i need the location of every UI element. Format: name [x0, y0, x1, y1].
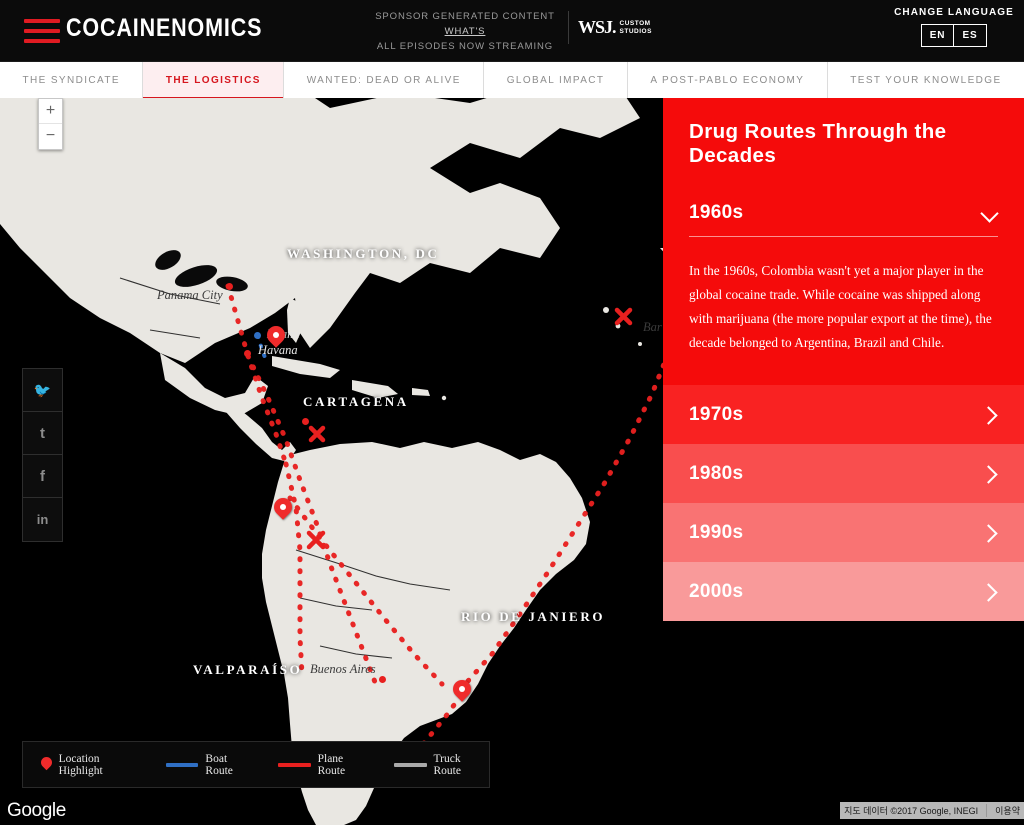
sponsor-line-2: ALL EPISODES NOW STREAMING: [376, 41, 554, 52]
panel-header: Drug Routes Through the Decades: [663, 98, 1024, 188]
city-label-valpara-so: VALPARAÍSO: [193, 662, 303, 677]
legend-item-truck-route: Truck Route: [393, 752, 489, 777]
lang-button-es[interactable]: ES: [954, 24, 987, 47]
legend-item-location-highlight: Location Highlight: [41, 753, 144, 777]
decade-label-1970s: 1970s: [689, 403, 744, 425]
rio-pin[interactable]: [453, 680, 471, 705]
tab-wanted-dead-or-alive[interactable]: WANTED: DEAD OR ALIVE: [284, 62, 485, 98]
tab-the-syndicate[interactable]: THE SYNDICATE: [0, 62, 144, 98]
accordion-item-1960s: 1960s In the 1960s, Colombia wasn't yet …: [663, 188, 1024, 385]
sponsor-block: SPONSOR GENERATED CONTENT WHAT'S ALL EPI…: [374, 9, 556, 54]
tumblr-icon[interactable]: t: [23, 412, 62, 455]
legend-label: Truck Route: [433, 752, 461, 777]
decades-panel: Drug Routes Through the Decades 1960s In…: [663, 98, 1024, 621]
hamburger-icon[interactable]: [24, 16, 60, 46]
zoom-out-button[interactable]: −: [39, 124, 62, 149]
tab-global-impact[interactable]: GLOBAL IMPACT: [484, 62, 628, 98]
site-header: COCAINENOMICS SPONSOR GENERATED CONTENT …: [0, 0, 1024, 62]
google-logo: Google: [7, 800, 66, 821]
city-label-rio-de-janiero: RIO DE JANIERO: [461, 609, 606, 624]
chevron-right-icon[interactable]: [981, 406, 998, 423]
legend-swatch: [393, 762, 427, 767]
wsj-sub-1: CUSTOM: [619, 19, 651, 27]
cartagena-pin[interactable]: [274, 498, 292, 523]
map-legend: Location Highlight Boat Route Plane Route T…: [22, 741, 490, 788]
chevron-right-icon[interactable]: [981, 465, 998, 482]
lang-button-en[interactable]: EN: [921, 24, 954, 47]
accordion-row-1980s[interactable]: 1980s: [663, 444, 1024, 503]
chevron-right-icon[interactable]: [981, 524, 998, 541]
twitter-icon[interactable]: 🐦: [23, 369, 62, 412]
zoom-in-button[interactable]: +: [39, 99, 62, 124]
attribution-text: 지도 데이터 ©2017 Google, INEGI: [844, 806, 979, 816]
terms-link[interactable]: 이용약: [986, 804, 1020, 817]
wsj-sublabel: CUSTOM STUDIOS: [620, 20, 652, 36]
language-switcher: CHANGE LANGUAGE EN ES: [884, 7, 1024, 47]
decade-label-1990s: 1990s: [689, 521, 744, 543]
city-label-washington-dc: WASHINGTON, DC: [287, 246, 440, 261]
linkedin-icon[interactable]: in: [23, 498, 62, 541]
tab-a-post-pablo-economy[interactable]: A POST-PABLO ECONOMY: [627, 62, 828, 98]
change-language-label: CHANGE LANGUAGE: [894, 7, 1014, 18]
city-label-panama-city: Panama City: [157, 288, 223, 302]
route-node-buenosaires: [379, 676, 386, 683]
social-share-rail: 🐦 t f in: [22, 368, 63, 542]
section-tabs: THE SYNDICATE THE LOGISTICS WANTED: DEAD O…: [0, 62, 1024, 101]
tab-test-your-knowledge[interactable]: TEST YOUR KNOWLEDGE: [827, 62, 1024, 98]
decade-label-2000s: 2000s: [689, 580, 744, 602]
accordion-rows: 1970s 1980s 1990s 2000s: [663, 385, 1024, 621]
wsj-custom-studios-logo[interactable]: WSJ. CUSTOM STUDIOS: [578, 17, 652, 38]
wsj-wordmark: WSJ.: [578, 17, 617, 37]
decade-label-1980s: 1980s: [689, 462, 744, 484]
accordion-header-1960s[interactable]: 1960s: [689, 188, 998, 237]
location-pin-icon: [41, 757, 52, 772]
city-label-buenos-aires: Buenos Aires: [310, 662, 376, 676]
route-node-havana: [244, 350, 251, 357]
accordion-row-2000s[interactable]: 2000s: [663, 562, 1024, 621]
panel-title: Drug Routes Through the Decades: [689, 120, 947, 167]
decade-label-1960s: 1960s: [689, 202, 744, 223]
route-node-venezuela: [302, 418, 309, 425]
city-label-cartagena: CARTAGENA: [303, 394, 409, 409]
legend-swatch: [277, 762, 311, 767]
decade-description-1960s: In the 1960s, Colombia wasn't yet a majo…: [689, 263, 992, 350]
chevron-down-icon[interactable]: [981, 205, 998, 222]
tab-the-logistics[interactable]: THE LOGISTICS: [143, 62, 285, 101]
cocainenomics-page: COCAINENOMICS SPONSOR GENERATED CONTENT …: [0, 0, 1024, 825]
route-node-panama: [226, 283, 233, 290]
legend-item-plane-route: Plane Route: [277, 752, 372, 777]
sponsor-line-1: SPONSOR GENERATED CONTENT: [375, 11, 555, 22]
header-divider: [568, 11, 569, 44]
chevron-right-icon[interactable]: [981, 583, 998, 600]
legend-label: Location Highlight: [58, 752, 103, 777]
legend-swatch: [165, 762, 199, 767]
map-zoom-controls: + −: [38, 98, 63, 150]
wsj-sub-2: STUDIOS: [619, 27, 652, 35]
facebook-icon[interactable]: f: [23, 455, 62, 498]
map-attribution: 지도 데이터 ©2017 Google, INEGI 이용약: [840, 802, 1024, 819]
accordion-row-1990s[interactable]: 1990s: [663, 503, 1024, 562]
legend-item-boat-route: Boat Route: [165, 752, 256, 777]
washington-pin[interactable]: [267, 326, 285, 351]
legend-label: Plane Route: [317, 752, 346, 777]
site-logo[interactable]: COCAINENOMICS: [66, 14, 262, 43]
city-label-bar: Bar: [643, 320, 662, 334]
legend-label: Boat Route: [205, 752, 233, 777]
route-node-miami: [254, 332, 261, 339]
accordion-row-1970s[interactable]: 1970s: [663, 385, 1024, 444]
whats-link[interactable]: WHAT'S: [374, 24, 556, 39]
